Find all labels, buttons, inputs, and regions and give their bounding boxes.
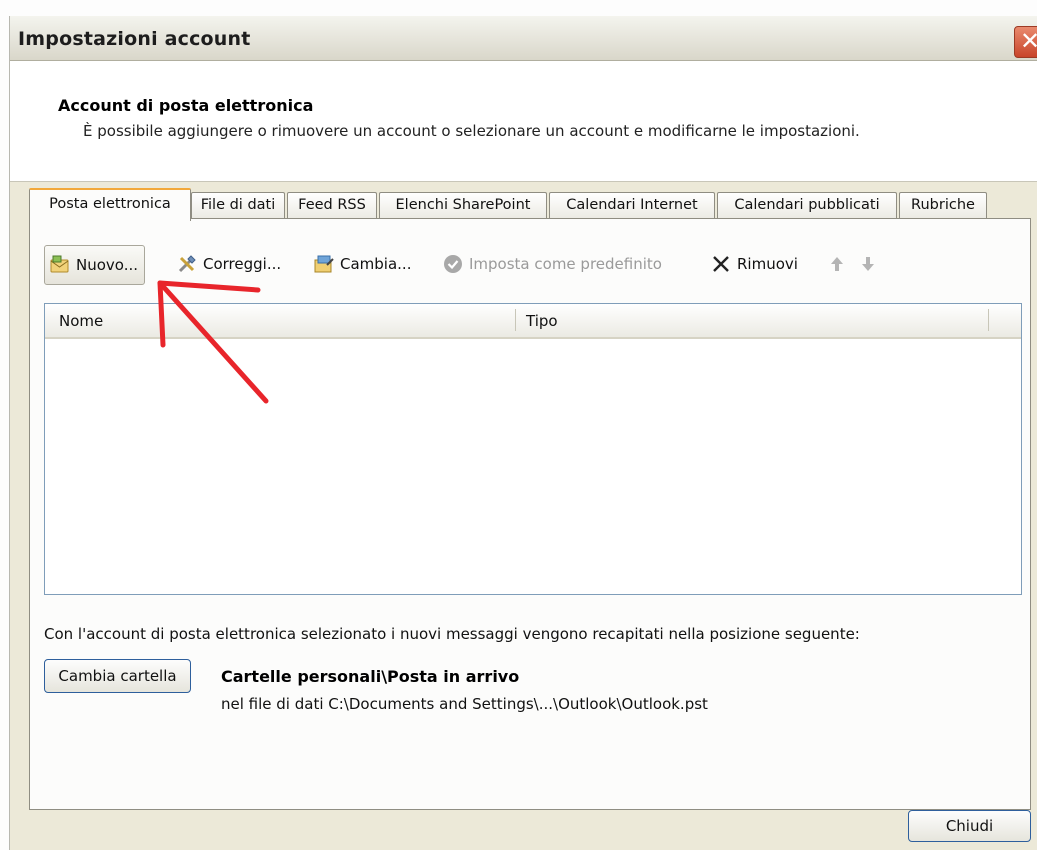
remove-account-label: Rimuovi <box>737 255 798 273</box>
repair-account-button[interactable]: Correggi... <box>176 245 281 283</box>
set-default-label: Imposta come predefinito <box>469 255 662 273</box>
account-list[interactable]: Nome Tipo <box>44 303 1022 595</box>
check-circle-icon <box>444 255 462 273</box>
tab-panel-posta-elettronica: Nuovo... Correggi... Cambia... Imposta c… <box>29 218 1031 810</box>
tab-calendari-internet[interactable]: Calendari Internet <box>549 192 715 218</box>
arrow-down-icon <box>862 257 874 271</box>
column-header-nome[interactable]: Nome <box>59 312 103 330</box>
repair-account-label: Correggi... <box>203 255 282 273</box>
header-panel: Account di posta elettronica È possibile… <box>10 61 1037 182</box>
delivery-folder: Cartelle personali\Posta in arrivo <box>221 667 520 686</box>
tab-calendari-pubblicati[interactable]: Calendari pubblicati <box>717 192 897 218</box>
list-header: Nome Tipo <box>45 304 1021 339</box>
section-title: Account di posta elettronica <box>58 96 314 115</box>
move-up-button[interactable] <box>826 245 853 283</box>
data-file-path: nel file di dati C:\Documents and Settin… <box>221 695 708 713</box>
new-account-label: Nuovo... <box>76 256 138 274</box>
arrow-up-icon <box>831 257 843 271</box>
section-subtitle: È possibile aggiungere o rimuovere un ac… <box>83 122 860 140</box>
change-account-label: Cambia... <box>340 255 412 273</box>
window-title: Impostazioni account <box>18 28 251 50</box>
column-divider[interactable] <box>515 309 516 331</box>
remove-account-button[interactable]: Rimuovi <box>710 245 798 283</box>
tab-elenchi-sharepoint[interactable]: Elenchi SharePoint <box>379 192 547 218</box>
tools-icon <box>178 255 196 273</box>
close-button[interactable]: Chiudi <box>908 810 1031 842</box>
new-account-button[interactable]: Nuovo... <box>44 245 145 285</box>
set-default-button[interactable]: Imposta come predefinito <box>442 245 662 283</box>
tab-rubriche[interactable]: Rubriche <box>899 192 987 218</box>
change-account-button[interactable]: Cambia... <box>313 245 411 283</box>
change-icon <box>314 255 334 273</box>
tab-posta-elettronica[interactable]: Posta elettronica <box>29 188 191 221</box>
change-folder-button[interactable]: Cambia cartella <box>44 659 191 693</box>
account-settings-window: Impostazioni account ✕ Account di posta … <box>9 16 1037 850</box>
close-window-button[interactable]: ✕ <box>1014 26 1037 58</box>
delivery-description: Con l'account di posta elettronica selez… <box>44 625 860 643</box>
title-bar[interactable]: Impostazioni account ✕ <box>10 16 1037 61</box>
column-header-tipo[interactable]: Tipo <box>526 312 558 330</box>
mail-new-icon <box>50 255 69 273</box>
x-icon <box>713 256 729 272</box>
tab-feed-rss[interactable]: Feed RSS <box>287 192 377 218</box>
column-divider[interactable] <box>988 309 989 331</box>
tab-file-di-dati[interactable]: File di dati <box>191 192 285 218</box>
move-down-button[interactable] <box>857 245 884 283</box>
